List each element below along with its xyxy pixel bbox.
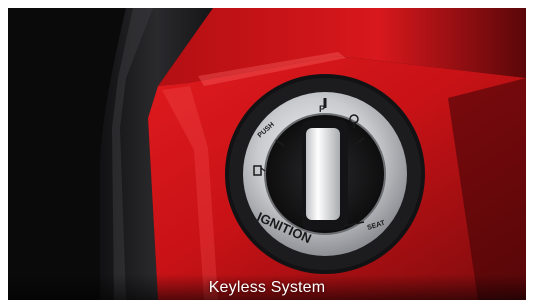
- caption-text: Keyless System: [208, 279, 326, 296]
- caption-bar: Keyless System: [8, 274, 526, 300]
- ring-label-p: P: [319, 104, 325, 114]
- ignition-photo: IGNITION PUSH P SEAT: [8, 8, 526, 300]
- photo-frame: IGNITION PUSH P SEAT Keyless System: [8, 8, 526, 300]
